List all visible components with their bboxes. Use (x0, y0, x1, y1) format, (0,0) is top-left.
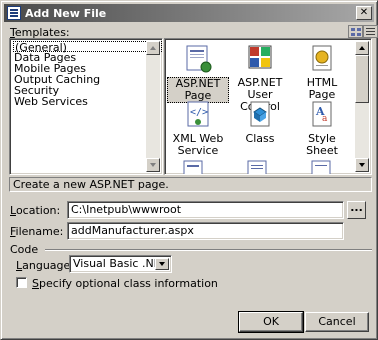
chevron-down-icon[interactable] (155, 258, 169, 270)
template-item[interactable]: </> XML Web Service (167, 99, 229, 157)
ok-button[interactable]: OK (238, 311, 304, 333)
scroll-up-button[interactable] (146, 41, 160, 55)
template-item-label: XML Web Service (172, 132, 224, 157)
location-input[interactable]: C:\Inetpub\wwwroot (67, 201, 344, 219)
template-item-label: HTML Page (306, 76, 338, 101)
specify-class-label[interactable]: Specify optional class information (32, 277, 218, 290)
cancel-button[interactable]: Cancel (305, 312, 369, 332)
templates-list[interactable]: ASP.NET PageASP.NET User ControlHTML Pag… (164, 38, 372, 175)
html-page-icon (291, 43, 353, 75)
class-icon (229, 99, 291, 131)
template-item[interactable]: Class (229, 99, 291, 145)
user-control-icon (229, 43, 291, 75)
template-item[interactable]: HTML Page (291, 43, 353, 101)
categories-scrollbar[interactable] (146, 41, 160, 172)
language-select[interactable]: Visual Basic .NET (69, 255, 172, 273)
list-view-button[interactable] (363, 25, 378, 38)
language-label: Language: (16, 259, 75, 272)
template-item[interactable]: Aa Style Sheet (291, 99, 353, 157)
filename-label: Filename: (10, 225, 64, 238)
more-template-icon[interactable] (242, 159, 274, 175)
more-template-icon[interactable] (306, 159, 338, 175)
aspnet-page-icon (167, 43, 229, 75)
close-button[interactable]: ✕ (356, 6, 372, 20)
filename-input[interactable]: addManufacturer.aspx (67, 222, 344, 240)
code-group-label: Code (10, 243, 39, 256)
style-sheet-icon: Aa (291, 99, 353, 131)
scroll-thumb[interactable] (355, 55, 369, 103)
template-categories-list[interactable]: (General) Data Pages Mobile Pages Output Ca… (9, 38, 163, 175)
scroll-down-button[interactable] (355, 158, 369, 172)
svg-text:</>: </> (190, 107, 208, 118)
large-icons-view-button[interactable] (348, 25, 363, 38)
specify-class-checkbox[interactable] (16, 277, 27, 288)
more-template-icon[interactable] (178, 159, 210, 175)
scroll-down-button[interactable] (146, 158, 160, 172)
add-new-file-dialog: Add New File ✕ Templates: (General) Data … (0, 0, 378, 340)
template-item-label: Class (245, 132, 275, 145)
code-group-divider (45, 249, 372, 251)
title-bar[interactable]: Add New File ✕ (4, 4, 374, 22)
dialog-title: Add New File (25, 6, 107, 20)
web-service-icon: </> (167, 99, 229, 131)
svg-text:a: a (322, 114, 328, 124)
template-description: Create a new ASP.NET page. (9, 177, 372, 192)
template-item-label: Style Sheet (306, 132, 338, 157)
location-label: Location: (10, 204, 61, 217)
language-select-value: Visual Basic .NET (73, 257, 168, 270)
category-item[interactable]: Web Services (13, 96, 162, 107)
dialog-icon (7, 6, 21, 20)
scroll-up-button[interactable] (355, 41, 369, 55)
browse-button[interactable]: ... (347, 201, 366, 219)
template-item[interactable]: ASP.NET Page (167, 43, 229, 103)
templates-scrollbar[interactable] (355, 41, 369, 172)
